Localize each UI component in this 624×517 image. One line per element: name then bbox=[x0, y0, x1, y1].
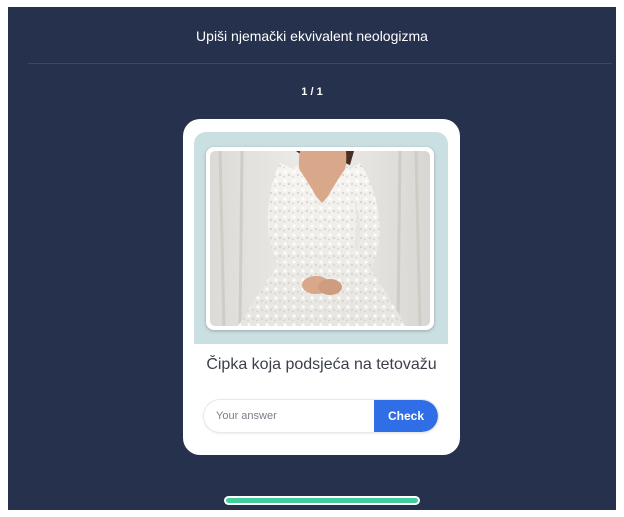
check-button[interactable]: Check bbox=[374, 400, 438, 432]
answer-row: Check bbox=[204, 400, 438, 432]
answer-input[interactable] bbox=[204, 400, 374, 432]
question-counter: 1 / 1 bbox=[301, 86, 323, 98]
header-divider bbox=[28, 63, 612, 64]
progress-bar bbox=[224, 496, 420, 505]
quiz-screen: Upiši njemački ekvivalent neologizma 1 /… bbox=[8, 7, 616, 510]
progress-fill bbox=[226, 498, 418, 503]
page-title: Upiši njemački ekvivalent neologizma bbox=[196, 28, 428, 44]
question-image bbox=[206, 147, 434, 330]
image-frame bbox=[194, 132, 448, 344]
question-prompt: Čipka koja podsjeća na tetovažu bbox=[206, 356, 437, 373]
flashcard: Čipka koja podsjeća na tetovažu Check bbox=[183, 119, 460, 455]
